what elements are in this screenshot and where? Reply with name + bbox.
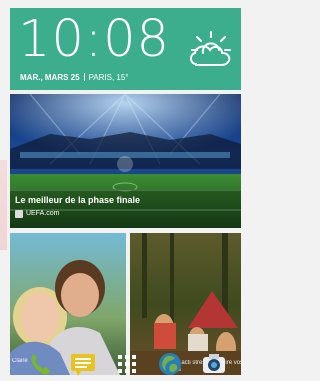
clock-time: 10:08: [18, 10, 170, 69]
app-dock: [0, 349, 247, 381]
camera-icon[interactable]: [201, 351, 227, 377]
news-article-card[interactable]: Le meilleur de la phase finale UEFA.com: [10, 94, 241, 228]
separator: [83, 73, 85, 81]
news-source: UEFA.com: [15, 209, 59, 218]
left-edge-decoration: [0, 160, 7, 250]
phone-icon[interactable]: [27, 351, 53, 377]
news-headline: Le meilleur de la phase finale: [15, 195, 141, 205]
date-location-line: MAR., MARS 25 PARIS, 15°: [20, 73, 129, 83]
browser-icon[interactable]: [157, 351, 183, 377]
stadium-photo: [10, 94, 241, 228]
date-text: MAR., MARS 25: [20, 73, 80, 82]
messages-icon[interactable]: [70, 351, 96, 377]
clock-weather-widget[interactable]: 10:08 MAR., MARS 25 PARIS, 15°: [10, 8, 241, 90]
app-drawer-icon[interactable]: [114, 351, 140, 377]
news-source-label: UEFA.com: [26, 210, 60, 217]
partly-cloudy-icon: [182, 22, 240, 80]
source-icon: [15, 209, 23, 218]
city-temperature: PARIS, 15°: [88, 73, 129, 82]
